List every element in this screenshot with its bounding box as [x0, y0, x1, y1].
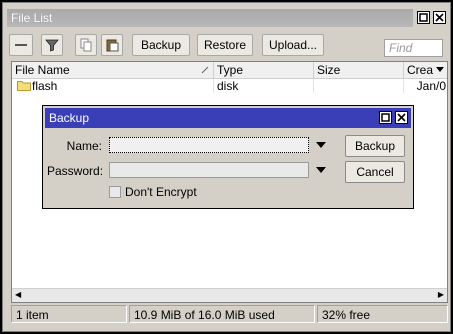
name-field[interactable] [109, 137, 309, 153]
file-name-cell: flash [12, 79, 214, 93]
column-header-created[interactable]: Crea [404, 62, 447, 78]
column-header-file-name[interactable]: File Name [12, 62, 214, 78]
scroll-left-icon[interactable]: ◀ [15, 290, 21, 299]
status-item-count: 1 item [11, 305, 127, 323]
status-usage: 10.9 MiB of 16.0 MiB used [129, 305, 315, 323]
file-name: flash [32, 79, 58, 93]
copy-icon [80, 38, 92, 52]
table-row[interactable]: flash disk Jan/0 [12, 79, 447, 93]
dialog-maximize-button[interactable] [379, 111, 392, 124]
dialog-title: Backup [49, 111, 90, 125]
status-bar: 1 item 10.9 MiB of 16.0 MiB used 32% fre… [11, 305, 448, 325]
file-size-cell [314, 79, 404, 93]
column-menu-icon [436, 67, 444, 72]
name-dropdown-icon[interactable] [316, 142, 326, 148]
toolbar: Backup Restore Upload... Find [3, 33, 452, 61]
filter-icon [45, 39, 59, 52]
password-label: Password: [47, 164, 104, 178]
upload-button[interactable]: Upload... [262, 34, 324, 56]
remove-button[interactable] [9, 34, 33, 56]
restore-button[interactable]: Restore [197, 34, 253, 56]
paste-button[interactable] [101, 34, 123, 56]
name-label: Name: [66, 139, 102, 153]
dialog-close-button[interactable] [395, 111, 408, 124]
dialog-cancel-button[interactable]: Cancel [345, 161, 405, 183]
close-button[interactable] [433, 11, 446, 24]
file-type-cell: disk [214, 79, 314, 93]
password-field[interactable] [109, 162, 309, 178]
dont-encrypt-checkbox[interactable] [109, 186, 121, 198]
search-input[interactable]: Find [384, 39, 443, 57]
backup-button[interactable]: Backup [132, 34, 190, 56]
paste-icon [106, 39, 119, 52]
column-header-size[interactable]: Size [314, 62, 404, 78]
scroll-right-icon[interactable]: ▶ [438, 290, 444, 299]
maximize-icon [381, 113, 390, 122]
file-created-cell: Jan/0 [416, 79, 446, 93]
column-header-type[interactable]: Type [214, 62, 314, 78]
maximize-button[interactable] [417, 11, 430, 24]
folder-icon [17, 81, 31, 91]
window-title: File List [11, 11, 53, 25]
dialog-backup-button[interactable]: Backup [345, 135, 405, 157]
maximize-icon [419, 13, 428, 22]
backup-dialog: Backup Name: Password: Don't Encrypt Bac… [42, 105, 414, 209]
minus-icon [15, 44, 27, 46]
horizontal-scrollbar[interactable]: ◀ ▶ [12, 288, 447, 302]
window-titlebar[interactable]: File List [7, 9, 446, 27]
password-dropdown-icon[interactable] [316, 167, 326, 173]
close-icon [397, 113, 406, 122]
table-header: File Name Type Size Crea [12, 62, 447, 79]
filter-button[interactable] [41, 34, 63, 56]
column-header-label: File Name [15, 63, 70, 77]
dont-encrypt-label: Don't Encrypt [125, 185, 197, 199]
sort-icon [201, 66, 209, 74]
titlebar-background [7, 9, 413, 27]
dialog-titlebar[interactable]: Backup [45, 108, 411, 128]
status-free: 32% free [317, 305, 448, 323]
copy-button[interactable] [75, 34, 97, 56]
column-header-label: Crea [407, 63, 434, 77]
close-icon [435, 13, 444, 22]
